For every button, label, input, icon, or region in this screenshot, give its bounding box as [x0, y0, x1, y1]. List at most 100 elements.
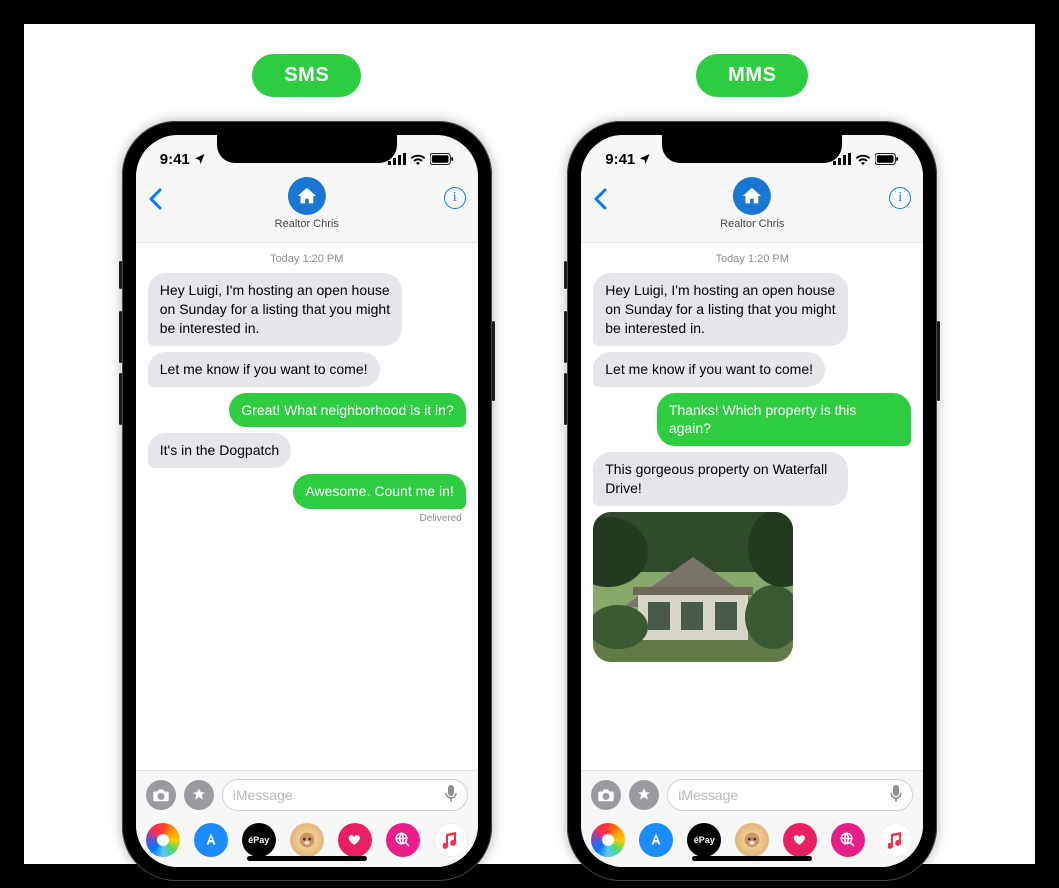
mms-label: MMS: [696, 54, 808, 97]
notch: [662, 135, 842, 163]
camera-icon: [152, 788, 170, 802]
contact-avatar[interactable]: [288, 177, 326, 215]
message-input-placeholder: iMessage: [678, 787, 738, 803]
camera-icon: [597, 788, 615, 802]
power-button[interactable]: [492, 321, 495, 401]
camera-button[interactable]: [591, 780, 621, 810]
camera-button[interactable]: [146, 780, 176, 810]
message-input-placeholder: iMessage: [233, 787, 293, 803]
home-indicator[interactable]: [692, 856, 812, 861]
globe-search-icon: [839, 831, 857, 849]
info-icon: i: [453, 190, 457, 206]
message-thread[interactable]: Today 1:20 PM Hey Luigi, I'm hosting an …: [581, 243, 923, 770]
image-attachment[interactable]: [593, 512, 793, 662]
digitaltouch-app-icon[interactable]: [338, 823, 372, 857]
images-app-icon[interactable]: [831, 823, 865, 857]
mic-icon: [445, 785, 457, 803]
input-bar: iMessage: [581, 770, 923, 817]
mms-column: MMS 9:41: [552, 54, 952, 881]
incoming-bubble[interactable]: It's in the Dogpatch: [148, 433, 291, 468]
photos-app-icon[interactable]: [146, 823, 180, 857]
applepay-app-icon[interactable]: éPay: [242, 823, 276, 857]
delivered-receipt: Delivered: [420, 513, 462, 524]
power-button[interactable]: [937, 321, 940, 401]
volume-down-button[interactable]: [564, 373, 567, 425]
volume-up-button[interactable]: [119, 311, 122, 363]
animoji-app-icon[interactable]: [290, 823, 324, 857]
thread-timestamp: Today 1:20 PM: [593, 253, 911, 265]
message-input[interactable]: iMessage: [222, 779, 468, 811]
music-app-icon[interactable]: [879, 823, 913, 857]
battery-icon: [875, 153, 899, 165]
status-time: 9:41: [160, 151, 190, 168]
info-button[interactable]: i: [444, 187, 466, 209]
outgoing-bubble[interactable]: Great! What neighborhood is it in?: [229, 393, 465, 428]
back-button[interactable]: [593, 185, 623, 217]
incoming-bubble[interactable]: Let me know if you want to come!: [593, 352, 825, 387]
thread-timestamp: Today 1:20 PM: [148, 253, 466, 265]
status-time: 9:41: [605, 151, 635, 168]
nav-header: Realtor Chris i: [136, 175, 478, 243]
appstore-a-icon: [647, 831, 665, 849]
appstore-a-icon: [202, 831, 220, 849]
images-app-icon[interactable]: [386, 823, 420, 857]
incoming-bubble[interactable]: This gorgeous property on Waterfall Driv…: [593, 452, 847, 506]
sms-label: SMS: [252, 54, 361, 97]
hearts-icon: [346, 833, 364, 847]
contact-avatar[interactable]: [733, 177, 771, 215]
monkey-icon: [296, 829, 318, 851]
house-icon: [296, 185, 318, 207]
house-photo-icon: [593, 512, 793, 662]
appstore-app-icon[interactable]: [194, 823, 228, 857]
house-icon: [741, 185, 763, 207]
appstore-small-icon: [636, 787, 652, 803]
back-button[interactable]: [148, 185, 178, 217]
mic-button[interactable]: [445, 785, 457, 806]
mic-icon: [890, 785, 902, 803]
home-indicator[interactable]: [247, 856, 367, 861]
notch: [217, 135, 397, 163]
mute-switch[interactable]: [564, 261, 567, 289]
mute-switch[interactable]: [119, 261, 122, 289]
mic-button[interactable]: [890, 785, 902, 806]
music-note-icon: [888, 831, 904, 849]
animoji-app-icon[interactable]: [735, 823, 769, 857]
appstore-drawer-button[interactable]: [184, 780, 214, 810]
outgoing-bubble[interactable]: Thanks! Which property is this again?: [657, 393, 911, 447]
incoming-bubble[interactable]: Hey Luigi, I'm hosting an open house on …: [148, 273, 402, 346]
mms-screen: 9:41: [581, 135, 923, 867]
mms-phone: 9:41: [567, 121, 937, 881]
appstore-app-icon[interactable]: [639, 823, 673, 857]
digitaltouch-app-icon[interactable]: [783, 823, 817, 857]
message-input[interactable]: iMessage: [667, 779, 913, 811]
sms-screen: 9:41: [136, 135, 478, 867]
volume-down-button[interactable]: [119, 373, 122, 425]
volume-up-button[interactable]: [564, 311, 567, 363]
info-button[interactable]: i: [889, 187, 911, 209]
globe-search-icon: [394, 831, 412, 849]
location-icon: [639, 153, 651, 165]
incoming-bubble[interactable]: Hey Luigi, I'm hosting an open house on …: [593, 273, 847, 346]
message-thread[interactable]: Today 1:20 PM Hey Luigi, I'm hosting an …: [136, 243, 478, 770]
appstore-drawer-button[interactable]: [629, 780, 659, 810]
comparison-frame: SMS 9:41: [0, 0, 1059, 888]
input-bar: iMessage: [136, 770, 478, 817]
monkey-icon: [741, 829, 763, 851]
hearts-icon: [791, 833, 809, 847]
info-icon: i: [898, 190, 902, 206]
photos-app-icon[interactable]: [591, 823, 625, 857]
appstore-small-icon: [191, 787, 207, 803]
nav-header: Realtor Chris i: [581, 175, 923, 243]
sms-phone: 9:41: [122, 121, 492, 881]
contact-name: Realtor Chris: [275, 218, 339, 230]
outgoing-bubble[interactable]: Awesome. Count me in!: [293, 474, 465, 509]
applepay-app-icon[interactable]: éPay: [687, 823, 721, 857]
sms-column: SMS 9:41: [107, 54, 507, 881]
wifi-icon: [410, 153, 426, 165]
location-icon: [194, 153, 206, 165]
incoming-bubble[interactable]: Let me know if you want to come!: [148, 352, 380, 387]
wifi-icon: [855, 153, 871, 165]
contact-name: Realtor Chris: [720, 218, 784, 230]
music-app-icon[interactable]: [434, 823, 468, 857]
music-note-icon: [443, 831, 459, 849]
